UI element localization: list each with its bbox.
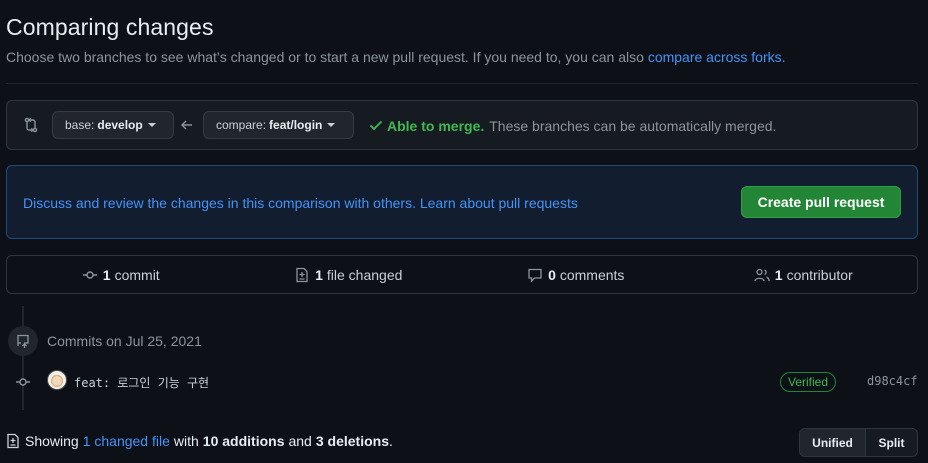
verified-badge[interactable]: Verified bbox=[780, 372, 837, 392]
summary-and: and bbox=[288, 433, 312, 449]
chevron-down-icon bbox=[147, 123, 156, 127]
merge-status: Able to merge. These branches can be auto… bbox=[387, 118, 776, 134]
discuss-message: Discuss and review the changes in this c… bbox=[23, 195, 416, 211]
branch-range-editor: base: develop compare: feat/login Able t… bbox=[6, 100, 918, 150]
unified-view-button[interactable]: Unified bbox=[800, 429, 865, 456]
summary-with: with bbox=[173, 433, 199, 449]
learn-pull-requests-link[interactable]: Learn about pull requests bbox=[420, 195, 578, 211]
files-count: 1 bbox=[315, 266, 323, 283]
diff-view-toggle: Unified Split bbox=[799, 428, 918, 457]
arrow-left-icon bbox=[181, 120, 192, 130]
divider bbox=[6, 83, 918, 84]
subtitle-text: Choose two branches to see what’s change… bbox=[6, 49, 644, 65]
commits-count: 1 bbox=[102, 266, 111, 283]
commit-icon bbox=[82, 270, 97, 279]
stat-commits[interactable]: 1 commit bbox=[7, 256, 235, 293]
discuss-text: Discuss and review the changes in this c… bbox=[23, 195, 578, 211]
check-icon bbox=[369, 120, 383, 131]
stat-contributors[interactable]: 1 contributor bbox=[690, 256, 918, 293]
timeline-line bbox=[22, 306, 24, 410]
git-compare-icon bbox=[24, 117, 38, 133]
page-subtitle: Choose two branches to see what’s change… bbox=[6, 49, 786, 65]
files-label: file changed bbox=[326, 266, 403, 283]
file-diff-icon bbox=[296, 267, 308, 282]
repo-push-icon bbox=[17, 334, 29, 348]
commits-group-badge bbox=[8, 326, 38, 356]
summary-prefix: Showing bbox=[25, 433, 79, 449]
merge-status-label: Able to merge. bbox=[387, 118, 485, 134]
commits-label: commit bbox=[114, 266, 160, 283]
compare-label: compare: bbox=[216, 118, 267, 132]
compare-forks-link[interactable]: compare across forks. bbox=[648, 49, 786, 65]
commit-icon bbox=[16, 378, 30, 386]
discuss-banner: Discuss and review the changes in this c… bbox=[6, 165, 918, 239]
comment-icon bbox=[528, 268, 542, 283]
page-title: Comparing changes bbox=[6, 14, 214, 40]
deletions-count: 3 deletions bbox=[315, 433, 389, 449]
changed-files-link[interactable]: 1 changed file bbox=[83, 433, 170, 449]
commit-sha-link[interactable]: d98c4cf bbox=[867, 374, 918, 388]
base-branch-name: develop bbox=[97, 118, 143, 132]
diff-summary: Showing 1 changed file with 10 additions… bbox=[6, 433, 393, 449]
chevron-down-icon bbox=[327, 123, 336, 127]
additions-count: 10 additions bbox=[202, 433, 285, 449]
merge-status-detail: These branches can be automatically merg… bbox=[489, 118, 777, 134]
compare-branch-name: feat/login bbox=[269, 118, 323, 132]
comments-label: comments bbox=[559, 266, 625, 283]
base-label: base: bbox=[65, 118, 95, 132]
avatar[interactable] bbox=[47, 370, 67, 390]
contributors-label: contributor bbox=[786, 266, 853, 283]
compare-branch-select[interactable]: compare: feat/login bbox=[203, 111, 354, 139]
stat-files[interactable]: 1 file changed bbox=[235, 256, 463, 293]
split-view-button[interactable]: Split bbox=[865, 429, 917, 456]
commits-date-heading: Commits on Jul 25, 2021 bbox=[47, 333, 202, 349]
commit-message-link[interactable]: feat: 로그인 기능 구현 bbox=[74, 374, 209, 391]
comments-count: 0 bbox=[548, 266, 556, 283]
contributors-count: 1 bbox=[774, 266, 783, 283]
summary-suffix: . bbox=[388, 433, 393, 449]
stat-comments[interactable]: 0 comments bbox=[462, 256, 690, 293]
create-pull-request-button[interactable]: Create pull request bbox=[741, 186, 901, 218]
people-icon bbox=[754, 268, 770, 281]
base-branch-select[interactable]: base: develop bbox=[52, 111, 174, 139]
file-diff-icon bbox=[7, 433, 19, 449]
comparison-stats: 1 commit 1 file changed 0 comments 1 con… bbox=[6, 255, 918, 294]
